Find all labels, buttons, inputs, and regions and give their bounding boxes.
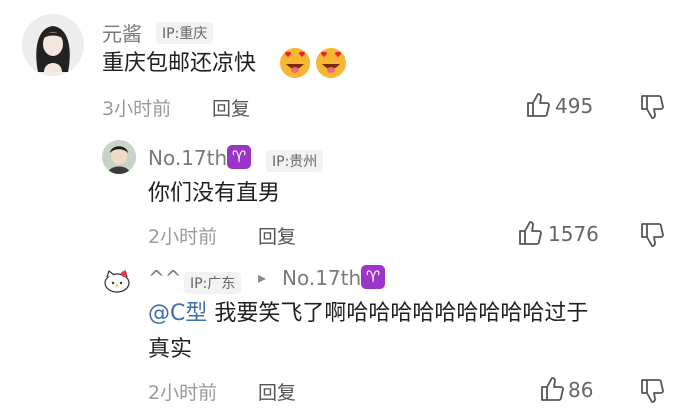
aries-zodiac-badge-icon: ♈	[361, 265, 385, 289]
like-count: 86	[568, 378, 594, 402]
comment-time: 3小时前	[102, 98, 172, 120]
thumbs-up-icon	[527, 93, 550, 117]
heart-eyes-tongue-emoji-icon	[280, 48, 310, 78]
aries-zodiac-badge-icon: ♈	[227, 145, 251, 169]
like-button[interactable]	[518, 220, 542, 246]
reply-arrow-icon: ▸	[258, 268, 267, 287]
dislike-button[interactable]	[640, 94, 664, 120]
dislike-button[interactable]	[640, 378, 664, 404]
like-button[interactable]	[526, 92, 550, 118]
heart-eyes-emoji	[314, 46, 348, 80]
dislike-button[interactable]	[640, 222, 664, 248]
comment-text: 重庆包邮还凉快	[102, 51, 257, 76]
heart-eyes-tongue-emoji-icon	[316, 48, 346, 78]
heart-eyes-emoji	[278, 46, 312, 80]
comment-text: @C型 我要笑飞了啊哈哈哈哈哈哈哈哈哈过于	[148, 298, 588, 330]
thumbs-down-icon	[641, 379, 664, 403]
avatar[interactable]	[22, 14, 84, 76]
comment-text: 你们没有直男	[148, 181, 281, 206]
like-count: 495	[555, 94, 594, 118]
username[interactable]: 元酱	[102, 18, 142, 47]
thumbs-down-icon	[641, 95, 664, 119]
username[interactable]: ^^	[148, 266, 182, 290]
thumbs-up-icon	[541, 377, 564, 401]
comment-text-line: 我要笑飞了啊哈哈哈哈哈哈哈哈哈过于	[214, 301, 589, 326]
mention-link[interactable]: @C型	[148, 301, 207, 326]
username[interactable]: No.17th	[148, 146, 227, 170]
hello-kitty-avatar-icon	[104, 269, 130, 293]
ip-location-badge: IP:贵州	[266, 150, 324, 172]
avatar[interactable]	[102, 140, 136, 174]
comment-time: 2小时前	[148, 382, 218, 404]
ip-location-badge: IP:重庆	[156, 22, 214, 44]
reply-button[interactable]: 回复	[212, 94, 250, 121]
guy-avatar-icon	[102, 140, 136, 174]
comment-text-line: 真实	[148, 337, 193, 362]
reply-to-username[interactable]: No.17th	[282, 266, 361, 290]
thumbs-up-icon	[519, 221, 542, 245]
girl-avatar-icon	[22, 14, 84, 76]
comment-time: 2小时前	[148, 226, 218, 248]
like-count: 1576	[548, 222, 599, 246]
thumbs-down-icon	[641, 223, 664, 247]
ip-location-badge: IP:广东	[184, 272, 242, 294]
reply-button[interactable]: 回复	[258, 378, 296, 405]
reply-button[interactable]: 回复	[258, 222, 296, 249]
avatar[interactable]	[102, 266, 132, 296]
like-button[interactable]	[540, 376, 564, 402]
